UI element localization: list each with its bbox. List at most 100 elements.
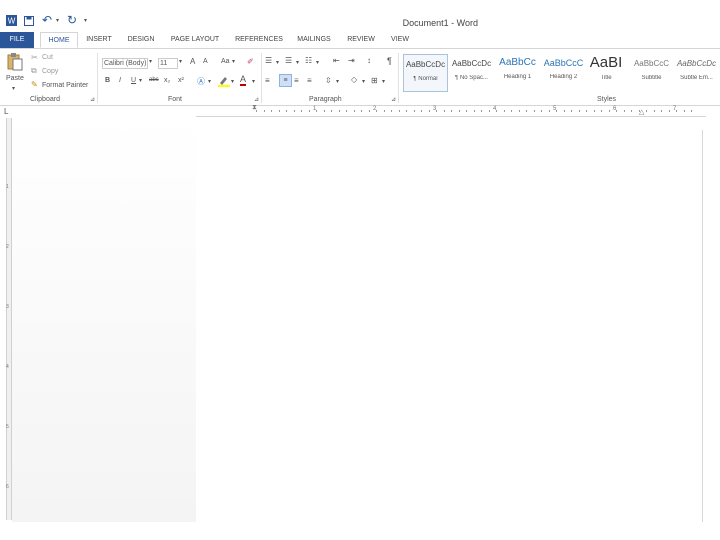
format-painter-button[interactable]: Format Painter	[42, 82, 88, 89]
tab-page-layout[interactable]: PAGE LAYOUT	[166, 32, 224, 48]
document-page[interactable]	[196, 130, 703, 522]
show-formatting-button[interactable]: ¶	[387, 56, 392, 66]
shading-icon[interactable]: ◇	[351, 75, 357, 84]
tab-selector[interactable]: L	[4, 107, 8, 116]
ruler-tick	[511, 110, 512, 112]
underline-dropdown-icon[interactable]: ▾	[139, 77, 142, 84]
style-heading-1[interactable]: AaBbCc Heading 1	[495, 54, 540, 92]
numbering-icon[interactable]: ☰	[285, 56, 292, 65]
text-effects-icon[interactable]: Ⓐ	[197, 76, 205, 87]
style-normal[interactable]: AaBbCcDc ¶ Normal	[403, 54, 448, 92]
multilevel-dropdown-icon[interactable]: ▾	[316, 59, 319, 66]
sort-icon[interactable]: ↕	[367, 56, 371, 65]
borders-dropdown-icon[interactable]: ▾	[382, 78, 385, 85]
ruler-tick	[383, 110, 385, 112]
font-color-button[interactable]: A	[240, 75, 247, 86]
style-name: Heading 1	[503, 74, 532, 80]
cut-button[interactable]: Cut	[42, 54, 53, 61]
ruler-number: 5	[6, 424, 9, 430]
style-preview: AaBbCcDc	[451, 59, 492, 68]
line-spacing-icon[interactable]: ⇳	[325, 76, 332, 85]
format-painter-icon[interactable]: ✎	[31, 80, 38, 89]
ruler-tick	[338, 110, 340, 112]
style-subtitle[interactable]: AaBbCcC Subtitle	[629, 54, 674, 92]
ruler-tick	[256, 110, 257, 112]
right-indent-marker-icon[interactable]: △	[639, 108, 644, 116]
superscript-button[interactable]: x²	[178, 77, 184, 84]
borders-icon[interactable]: ⊞	[371, 76, 378, 85]
highlight-dropdown-icon[interactable]: ▾	[231, 78, 234, 85]
style-preview: AaBbCcDc	[676, 59, 717, 68]
horizontal-ruler[interactable]: ⧗ 1 2 3 4 5 6 7 △	[196, 104, 706, 117]
tab-insert[interactable]: INSERT	[82, 32, 116, 48]
text-effects-dropdown-icon[interactable]: ▾	[208, 78, 211, 85]
paste-button[interactable]: Paste	[6, 75, 24, 82]
bullets-icon[interactable]: ☰	[265, 56, 272, 65]
justify-icon[interactable]: ≡	[307, 76, 312, 85]
ruler-tick	[323, 110, 325, 112]
decrease-indent-icon[interactable]: ⇤	[333, 56, 340, 65]
ruler-tick	[301, 110, 302, 112]
tab-review[interactable]: REVIEW	[343, 32, 379, 48]
bullets-dropdown-icon[interactable]: ▾	[276, 59, 279, 66]
style-subtle-emphasis[interactable]: AaBbCcDc Subtle Em...	[674, 54, 719, 92]
ruler-tick	[271, 110, 272, 112]
window-title: Document1 - Word	[402, 18, 478, 28]
tab-view[interactable]: VIEW	[387, 32, 413, 48]
ruler-tick	[683, 110, 685, 112]
font-name-dropdown-icon[interactable]: ▾	[149, 58, 152, 65]
ruler-tick	[691, 110, 692, 112]
ruler-tick	[586, 110, 587, 112]
style-preview: AaBbCcC	[633, 59, 670, 68]
tab-design[interactable]: DESIGN	[122, 32, 160, 48]
highlight-icon[interactable]	[218, 75, 230, 89]
numbering-dropdown-icon[interactable]: ▾	[296, 59, 299, 66]
ribbon-tabs: FILE HOME INSERT DESIGN PAGE LAYOUT REFE…	[0, 32, 720, 48]
align-left-icon[interactable]: ≡	[265, 76, 270, 85]
tab-home[interactable]: HOME	[40, 32, 78, 48]
shading-dropdown-icon[interactable]: ▾	[362, 78, 365, 85]
change-case-dropdown-icon[interactable]: ▾	[232, 58, 235, 65]
grow-font-button[interactable]: A	[190, 57, 195, 66]
line-spacing-dropdown-icon[interactable]: ▾	[336, 78, 339, 85]
underline-button[interactable]: U	[131, 77, 136, 84]
style-title[interactable]: AaBI Title	[585, 54, 627, 92]
paste-dropdown-icon[interactable]: ▾	[12, 85, 15, 92]
tab-mailings[interactable]: MAILINGS	[292, 32, 336, 48]
font-size-box[interactable]: 11	[158, 58, 178, 69]
style-no-spacing[interactable]: AaBbCcDc ¶ No Spac...	[449, 54, 494, 92]
font-name-box[interactable]: Calibri (Body)	[102, 58, 148, 69]
ruler-tick	[481, 110, 482, 112]
strikethrough-button[interactable]: abc	[149, 77, 159, 83]
paste-icon[interactable]	[7, 53, 23, 73]
style-heading-2[interactable]: AaBbCcC Heading 2	[541, 54, 586, 92]
group-separator	[261, 53, 262, 103]
clear-formatting-icon[interactable]: ✐	[247, 57, 254, 66]
cut-icon[interactable]: ✂	[31, 53, 38, 62]
style-preview: AaBbCcC	[543, 58, 584, 68]
italic-button[interactable]: I	[119, 77, 121, 84]
copy-button[interactable]: Copy	[42, 68, 58, 75]
ruler-tick	[533, 110, 535, 112]
change-case-button[interactable]: Aa	[221, 58, 230, 65]
ruler-tick	[548, 110, 550, 112]
multilevel-list-icon[interactable]: ☷	[305, 56, 312, 65]
increase-indent-icon[interactable]: ⇥	[348, 56, 355, 65]
font-launcher-icon[interactable]: ⊿	[254, 96, 259, 103]
style-preview: AaBI	[589, 54, 623, 71]
shrink-font-button[interactable]: A	[203, 58, 208, 65]
subscript-button[interactable]: x₂	[164, 77, 170, 84]
bold-button[interactable]: B	[105, 77, 110, 84]
paragraph-launcher-icon[interactable]: ⊿	[391, 96, 396, 103]
font-color-dropdown-icon[interactable]: ▾	[252, 78, 255, 85]
tab-references[interactable]: REFERENCES	[232, 32, 286, 48]
font-size-dropdown-icon[interactable]: ▾	[179, 58, 182, 65]
group-label-font: Font	[168, 96, 183, 103]
ruler-tick	[421, 110, 422, 112]
ruler-tick	[578, 110, 580, 112]
clipboard-launcher-icon[interactable]: ⊿	[90, 96, 95, 103]
align-center-icon[interactable]: ≡	[279, 74, 292, 87]
align-right-icon[interactable]: ≡	[294, 76, 299, 85]
copy-icon[interactable]: ⧉	[31, 66, 37, 76]
tab-file[interactable]: FILE	[0, 32, 34, 48]
